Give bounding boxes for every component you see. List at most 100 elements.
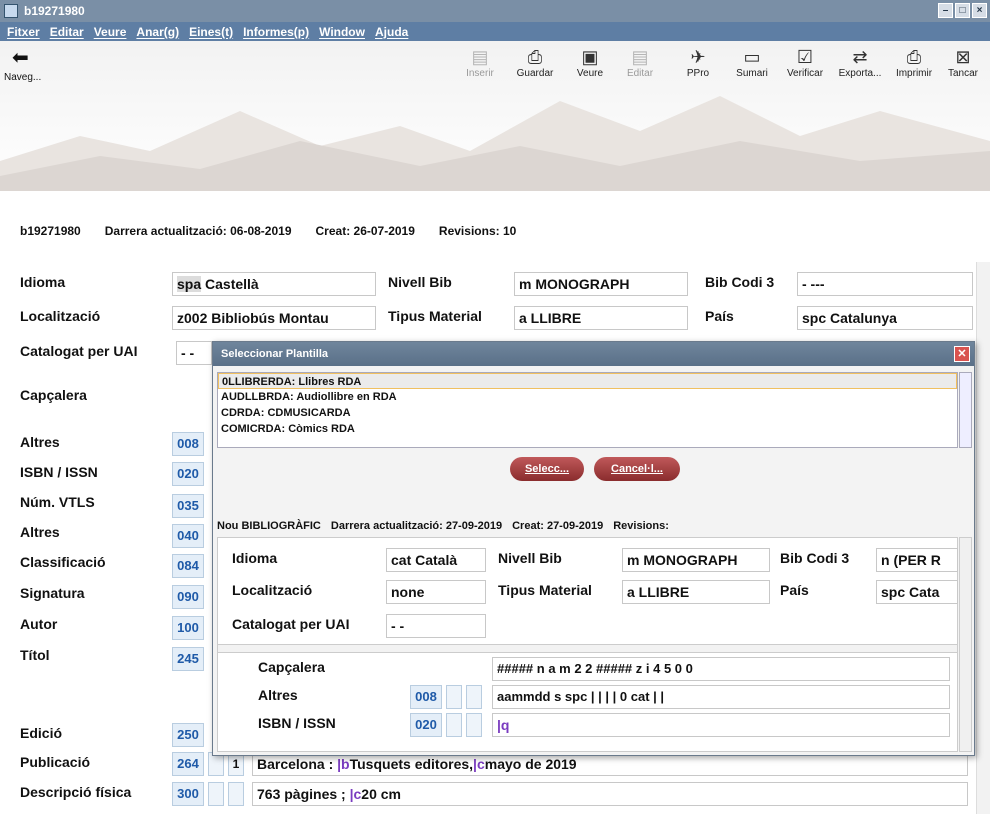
template-item[interactable]: COMICRDA: Còmics RDA xyxy=(218,421,957,437)
back-arrow-icon: ⬅ xyxy=(12,47,29,69)
save-button[interactable]: ⎙ Guardar xyxy=(505,46,565,79)
menu-bar: Fitxer Editar Veure Anar(g) Eines(t) Inf… xyxy=(0,22,990,41)
field-tag[interactable]: 035 xyxy=(172,494,204,518)
menu-eines[interactable]: Eines(t) xyxy=(184,25,238,39)
dlg-pais-field[interactable]: spc Cata xyxy=(876,580,958,604)
indicator-1[interactable] xyxy=(446,713,462,737)
cancel-button[interactable]: Cancel·l... xyxy=(594,457,680,481)
dlg-uai-label: Catalogat per UAI xyxy=(232,616,350,632)
uai-field[interactable]: - - xyxy=(176,341,212,365)
summary-label: Sumari xyxy=(736,68,768,79)
field-label: Publicació xyxy=(20,754,91,770)
indicator-2[interactable] xyxy=(466,713,482,737)
menu-ajuda[interactable]: Ajuda xyxy=(370,25,413,39)
indicator-2[interactable] xyxy=(466,685,482,709)
field-tag[interactable]: 008 xyxy=(172,432,204,456)
dialog-vertical-scrollbar[interactable] xyxy=(959,537,972,752)
export-label: Exporta... xyxy=(838,68,882,79)
dlg-idioma-field[interactable]: cat Català xyxy=(386,548,486,572)
field-tag[interactable]: 020 xyxy=(172,462,204,486)
verify-label: Verificar xyxy=(786,68,824,79)
loc-field[interactable]: z002 Bibliobús Montau xyxy=(172,306,376,330)
field-label: Altres xyxy=(20,434,60,450)
subfield-c: 20 cm xyxy=(361,786,401,802)
navigate-button[interactable]: ⬅ Naveg... xyxy=(4,46,41,83)
field-label: Títol xyxy=(20,647,50,663)
insert-label: Inserir xyxy=(466,68,494,79)
dlg-loc-field[interactable]: none xyxy=(386,580,486,604)
idioma-code: spa xyxy=(177,276,202,292)
field-tag[interactable]: 100 xyxy=(172,616,204,640)
export-button[interactable]: ⇄ Exporta... xyxy=(830,46,890,79)
close-window-button[interactable]: × xyxy=(972,3,987,18)
ppro-button[interactable]: ✈ PPro xyxy=(668,46,728,79)
edit-button[interactable]: ▤ Editar xyxy=(610,46,670,79)
template-list-scrollbar[interactable] xyxy=(959,372,972,448)
menu-veure[interactable]: Veure xyxy=(89,25,132,39)
window-title: b19271980 xyxy=(24,4,85,18)
dlg-altres-tag[interactable]: 008 xyxy=(410,685,442,709)
main-vertical-scrollbar[interactable] xyxy=(976,262,990,814)
dlg-tipus-field[interactable]: a LLIBRE xyxy=(622,580,770,604)
record-created: Creat: 26-07-2019 xyxy=(315,224,415,238)
record-revisions: Revisions: 10 xyxy=(438,224,517,238)
menu-window[interactable]: Window xyxy=(314,25,370,39)
dlg-isbn-tag[interactable]: 020 xyxy=(410,713,442,737)
dialog-close-icon[interactable]: ✕ xyxy=(954,346,970,362)
dlg-bibcodi-field[interactable]: n (PER R xyxy=(876,548,958,572)
field-label: Núm. VTLS xyxy=(20,494,95,510)
menu-anar[interactable]: Anar(g) xyxy=(131,25,184,39)
uai-label: Catalogat per UAI xyxy=(20,343,138,359)
indicator-1[interactable] xyxy=(208,782,224,806)
field-tag[interactable]: 245 xyxy=(172,647,204,671)
subfield-a: 763 pàgines ; xyxy=(257,786,350,802)
close-record-button[interactable]: ⊠ Tancar xyxy=(933,46,990,79)
select-button[interactable]: Selecc... xyxy=(510,457,584,481)
minimize-button[interactable]: – xyxy=(938,3,953,18)
dlg-capcalera-field[interactable]: ##### n a m 2 2 ##### z i 4 5 0 0 xyxy=(492,657,950,681)
dlg-pais-label: País xyxy=(780,582,809,598)
dlg-idioma-label: Idioma xyxy=(232,550,278,566)
indicator-2[interactable] xyxy=(228,782,244,806)
subfield-code: |q xyxy=(497,717,510,733)
field-label: Classificació xyxy=(20,554,106,570)
dialog-title-bar: Seleccionar Plantilla ✕ xyxy=(213,342,974,366)
field-tag[interactable]: 090 xyxy=(172,585,204,609)
menu-fitxer[interactable]: Fitxer xyxy=(2,25,45,39)
field-tag[interactable]: 250 xyxy=(172,723,204,747)
navigate-label: Naveg... xyxy=(4,72,42,83)
template-item[interactable]: AUDLLBRDA: Audiollibre en RDA xyxy=(218,389,957,405)
verify-button[interactable]: ☑ Verificar xyxy=(775,46,835,79)
idioma-field[interactable]: spa Castellà xyxy=(172,272,376,296)
save-icon: ⎙ xyxy=(527,47,543,67)
insert-button[interactable]: ▤ Inserir xyxy=(450,46,510,79)
menu-editar[interactable]: Editar xyxy=(45,25,89,39)
dlg-isbn-field[interactable]: |q xyxy=(492,713,950,737)
field-label: Edició xyxy=(20,725,63,741)
field-tag[interactable]: 300 xyxy=(172,782,204,806)
field-tag[interactable]: 040 xyxy=(172,524,204,548)
dlg-uai-field[interactable]: - - xyxy=(386,614,486,638)
field-value[interactable]: 763 pàgines ; |c20 cm xyxy=(252,782,968,806)
template-created: Creat: 27-09-2019 xyxy=(512,520,604,532)
pais-field[interactable]: spc Catalunya xyxy=(797,306,973,330)
subfield-code: |c xyxy=(349,786,362,802)
menu-informes[interactable]: Informes(p) xyxy=(238,25,314,39)
nivell-field[interactable]: m MONOGRAPH xyxy=(514,272,688,296)
tipus-label: Tipus Material xyxy=(388,308,482,324)
template-item[interactable]: CDRDA: CDMUSICARDA xyxy=(218,405,957,421)
dlg-altres-field[interactable]: aammdd s spc | | | | 0 cat | | xyxy=(492,685,950,709)
indicator-1[interactable] xyxy=(446,685,462,709)
field-tag[interactable]: 084 xyxy=(172,554,204,578)
record-updated: Darrera actualització: 06-08-2019 xyxy=(104,224,292,238)
pais-label: País xyxy=(705,308,734,324)
template-item[interactable]: 0LLIBRERDA: Llibres RDA xyxy=(218,373,957,389)
tipus-field[interactable]: a LLIBRE xyxy=(514,306,688,330)
dlg-nivell-field[interactable]: m MONOGRAPH xyxy=(622,548,770,572)
maximize-button[interactable]: □ xyxy=(955,3,970,18)
field-tag[interactable]: 264 xyxy=(172,752,204,776)
summary-button[interactable]: ▭ Sumari xyxy=(722,46,782,79)
subfield-b: Tusquets editores, xyxy=(349,756,474,772)
bibcodi-field[interactable]: - --- xyxy=(797,272,973,296)
edit-label: Editar xyxy=(626,68,654,79)
